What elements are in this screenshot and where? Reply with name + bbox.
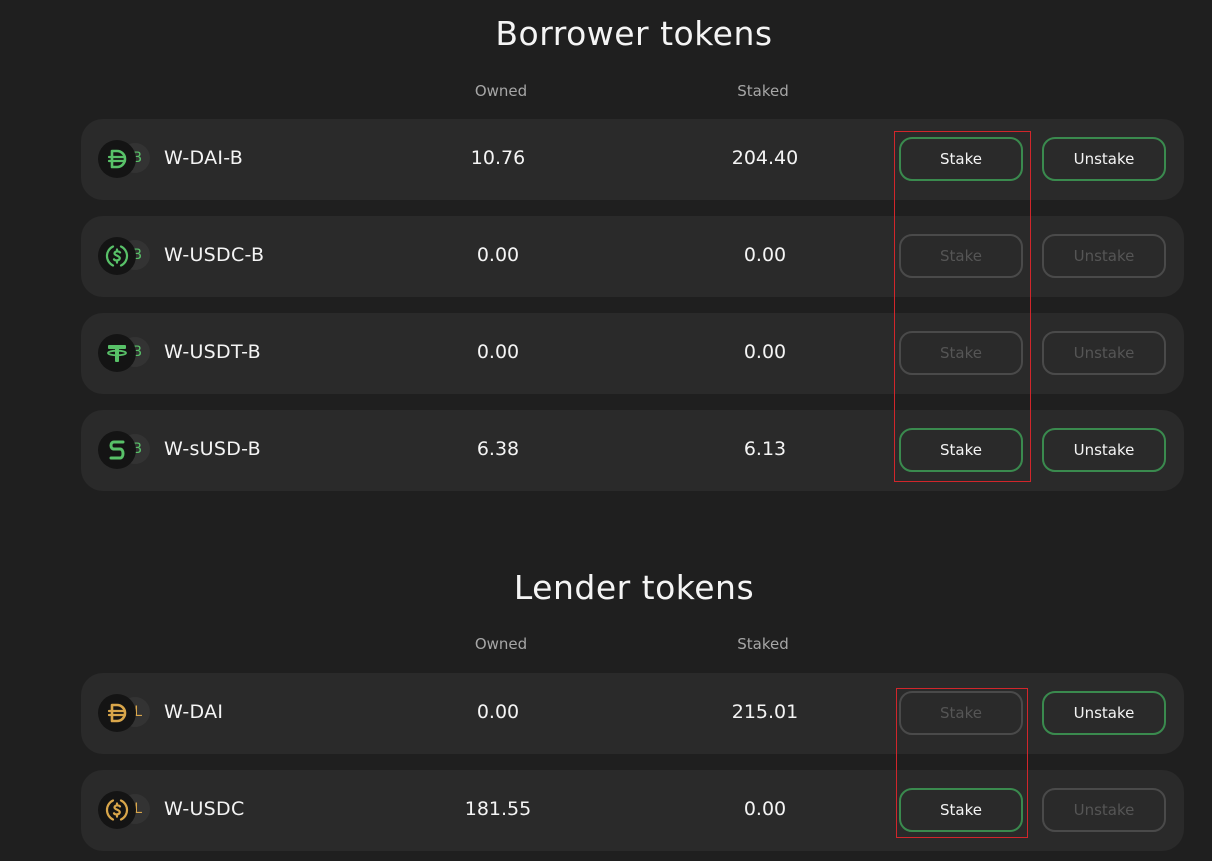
stake-button[interactable]: Stake: [899, 234, 1023, 278]
token-icon-group: B: [98, 334, 152, 374]
stake-button[interactable]: Stake: [899, 428, 1023, 472]
unstake-button[interactable]: Unstake: [1042, 331, 1166, 375]
staked-value: 6.13: [743, 438, 787, 460]
staked-value: 0.00: [743, 341, 787, 363]
owned-value: 10.76: [470, 147, 526, 169]
lender-owned-header: Owned: [474, 635, 528, 653]
dai-icon: [98, 694, 136, 732]
stake-button[interactable]: Stake: [899, 137, 1023, 181]
usdc-icon: [98, 237, 136, 275]
usdt-icon: [98, 334, 136, 372]
token-icon-group: L: [98, 694, 152, 734]
owned-value: 0.00: [476, 244, 520, 266]
unstake-button[interactable]: Unstake: [1042, 234, 1166, 278]
token-row-w-usdc-b: B W-USDC-B 0.00 0.00 Stake Unstake: [81, 216, 1184, 297]
usdc-icon: [98, 791, 136, 829]
owned-value: 0.00: [476, 701, 520, 723]
token-name: W-DAI-B: [164, 147, 244, 169]
staked-value: 215.01: [731, 701, 799, 723]
token-row-w-usdc: L W-USDC 181.55 0.00 Stake Unstake: [81, 770, 1184, 851]
owned-value: 181.55: [464, 798, 532, 820]
owned-value: 6.38: [476, 438, 520, 460]
dai-icon: [98, 140, 136, 178]
token-icon-group: B: [98, 237, 152, 277]
lender-tokens-title: Lender tokens: [513, 568, 755, 607]
token-icon-group: B: [98, 431, 152, 471]
token-icon-group: L: [98, 791, 152, 831]
owned-value: 0.00: [476, 341, 520, 363]
stake-button[interactable]: Stake: [899, 691, 1023, 735]
unstake-button[interactable]: Unstake: [1042, 788, 1166, 832]
token-name: W-USDT-B: [164, 341, 261, 363]
token-row-w-usdt-b: B W-USDT-B 0.00 0.00 Stake Unstake: [81, 313, 1184, 394]
token-row-w-dai-b: B W-DAI-B 10.76 204.40 Stake Unstake: [81, 119, 1184, 200]
token-name: W-USDC: [164, 798, 245, 820]
token-name: W-USDC-B: [164, 244, 265, 266]
stake-button[interactable]: Stake: [899, 331, 1023, 375]
token-name: W-sUSD-B: [164, 438, 261, 460]
lender-staked-header: Staked: [737, 635, 789, 653]
token-row-w-dai: L W-DAI 0.00 215.01 Stake Unstake: [81, 673, 1184, 754]
token-row-w-susd-b: B W-sUSD-B 6.38 6.13 Stake Unstake: [81, 410, 1184, 491]
borrower-owned-header: Owned: [474, 82, 528, 100]
unstake-button[interactable]: Unstake: [1042, 428, 1166, 472]
unstake-button[interactable]: Unstake: [1042, 137, 1166, 181]
staked-value: 0.00: [743, 798, 787, 820]
borrower-staked-header: Staked: [737, 82, 789, 100]
token-name: W-DAI: [164, 701, 224, 723]
staked-value: 0.00: [743, 244, 787, 266]
susd-icon: [98, 431, 136, 469]
stake-button[interactable]: Stake: [899, 788, 1023, 832]
unstake-button[interactable]: Unstake: [1042, 691, 1166, 735]
token-icon-group: B: [98, 140, 152, 180]
staked-value: 204.40: [731, 147, 799, 169]
borrower-tokens-title: Borrower tokens: [495, 14, 773, 53]
